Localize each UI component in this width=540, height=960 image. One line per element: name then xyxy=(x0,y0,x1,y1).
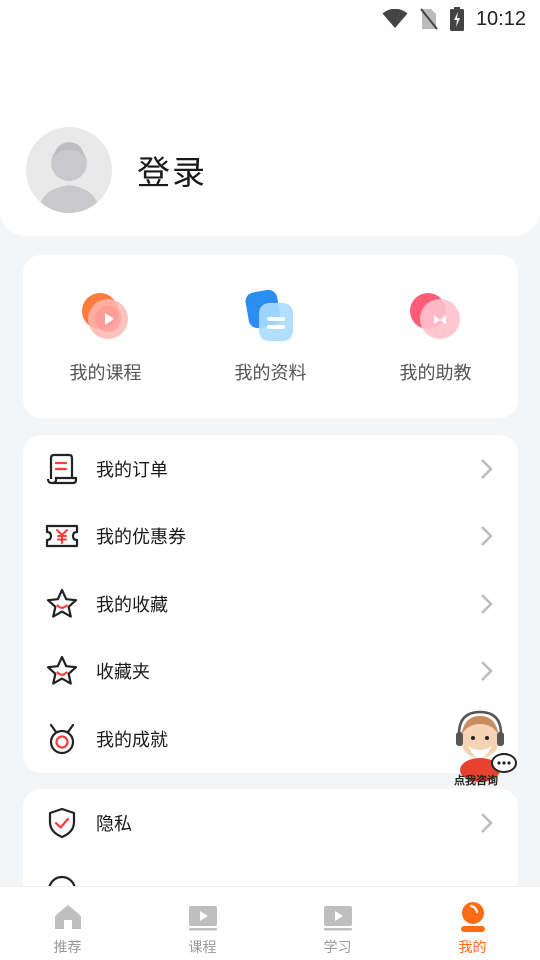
menu-item-orders[interactable]: 我的订单 xyxy=(23,435,518,503)
quick-action-my-courses[interactable]: 我的课程 xyxy=(23,255,188,418)
tab-label: 我的 xyxy=(458,940,487,956)
chat-assistant-icon xyxy=(408,289,464,345)
menu-item-label: 收藏夹 xyxy=(96,662,150,684)
avatar[interactable] xyxy=(26,127,112,213)
chevron-right-icon xyxy=(481,526,493,547)
menu-card: 我的订单 我的优惠券 我的收藏 收藏夹 我的成就 xyxy=(23,435,518,773)
quick-action-label: 我的课程 xyxy=(69,363,142,384)
menu-item-label: 我的成就 xyxy=(96,729,168,751)
chevron-right-icon xyxy=(481,593,493,614)
clock-time: 10:12 xyxy=(475,7,526,30)
quick-action-my-assistant[interactable]: 我的助教 xyxy=(353,255,518,418)
video-study-icon xyxy=(323,906,352,931)
chevron-right-icon xyxy=(481,812,493,833)
menu-item-privacy[interactable]: 隐私 xyxy=(23,789,518,857)
menu-item-label: 我的优惠券 xyxy=(96,527,186,549)
menu-item-achievements[interactable]: 我的成就 xyxy=(23,705,518,773)
quick-action-label: 我的资料 xyxy=(234,363,307,384)
profile-icon xyxy=(460,902,485,932)
login-link[interactable]: 登录 xyxy=(137,146,207,194)
consult-label[interactable]: 点我咨询 xyxy=(454,772,498,788)
document-icon xyxy=(243,289,299,345)
menu-item-collections[interactable]: 收藏夹 xyxy=(23,638,518,706)
quick-action-my-materials[interactable]: 我的资料 xyxy=(188,255,353,418)
chevron-right-icon xyxy=(481,661,493,682)
wifi-icon xyxy=(382,9,408,29)
battery-charging-icon xyxy=(449,7,464,31)
home-icon xyxy=(54,905,81,929)
video-icon xyxy=(188,906,217,931)
star-folder-icon xyxy=(46,656,78,685)
tab-label: 学习 xyxy=(323,940,352,956)
chevron-right-icon xyxy=(481,458,493,479)
menu-item-favorites[interactable]: 我的收藏 xyxy=(23,570,518,638)
quick-action-label: 我的助教 xyxy=(399,363,472,384)
settings-card: 隐私 xyxy=(23,789,518,905)
tab-study[interactable]: 学习 xyxy=(270,887,405,960)
status-bar: 10:12 xyxy=(0,0,540,38)
tab-label: 课程 xyxy=(188,940,217,956)
quick-actions-card: 我的课程 我的资料 我的助教 xyxy=(23,255,518,418)
coupon-yen-icon xyxy=(45,525,79,548)
star-icon xyxy=(46,588,78,618)
menu-item-label: 我的收藏 xyxy=(96,594,168,616)
no-sim-icon xyxy=(420,8,438,30)
order-scroll-icon xyxy=(46,453,78,484)
menu-item-label: 隐私 xyxy=(96,813,132,835)
bottom-tab-bar: 推荐 课程 学习 我的 xyxy=(0,886,540,960)
menu-item-coupons[interactable]: 我的优惠券 xyxy=(23,503,518,571)
medal-icon xyxy=(49,723,75,754)
avatar-placeholder-icon xyxy=(38,142,100,213)
shield-check-icon xyxy=(48,807,76,838)
tab-courses[interactable]: 课程 xyxy=(135,887,270,960)
menu-item-label: 我的订单 xyxy=(96,459,168,481)
tab-recommend[interactable]: 推荐 xyxy=(0,887,135,960)
tab-mine[interactable]: 我的 xyxy=(405,887,540,960)
play-course-icon xyxy=(78,289,134,345)
tab-label: 推荐 xyxy=(53,940,82,956)
profile-header: 10:12 登录 xyxy=(0,0,540,236)
